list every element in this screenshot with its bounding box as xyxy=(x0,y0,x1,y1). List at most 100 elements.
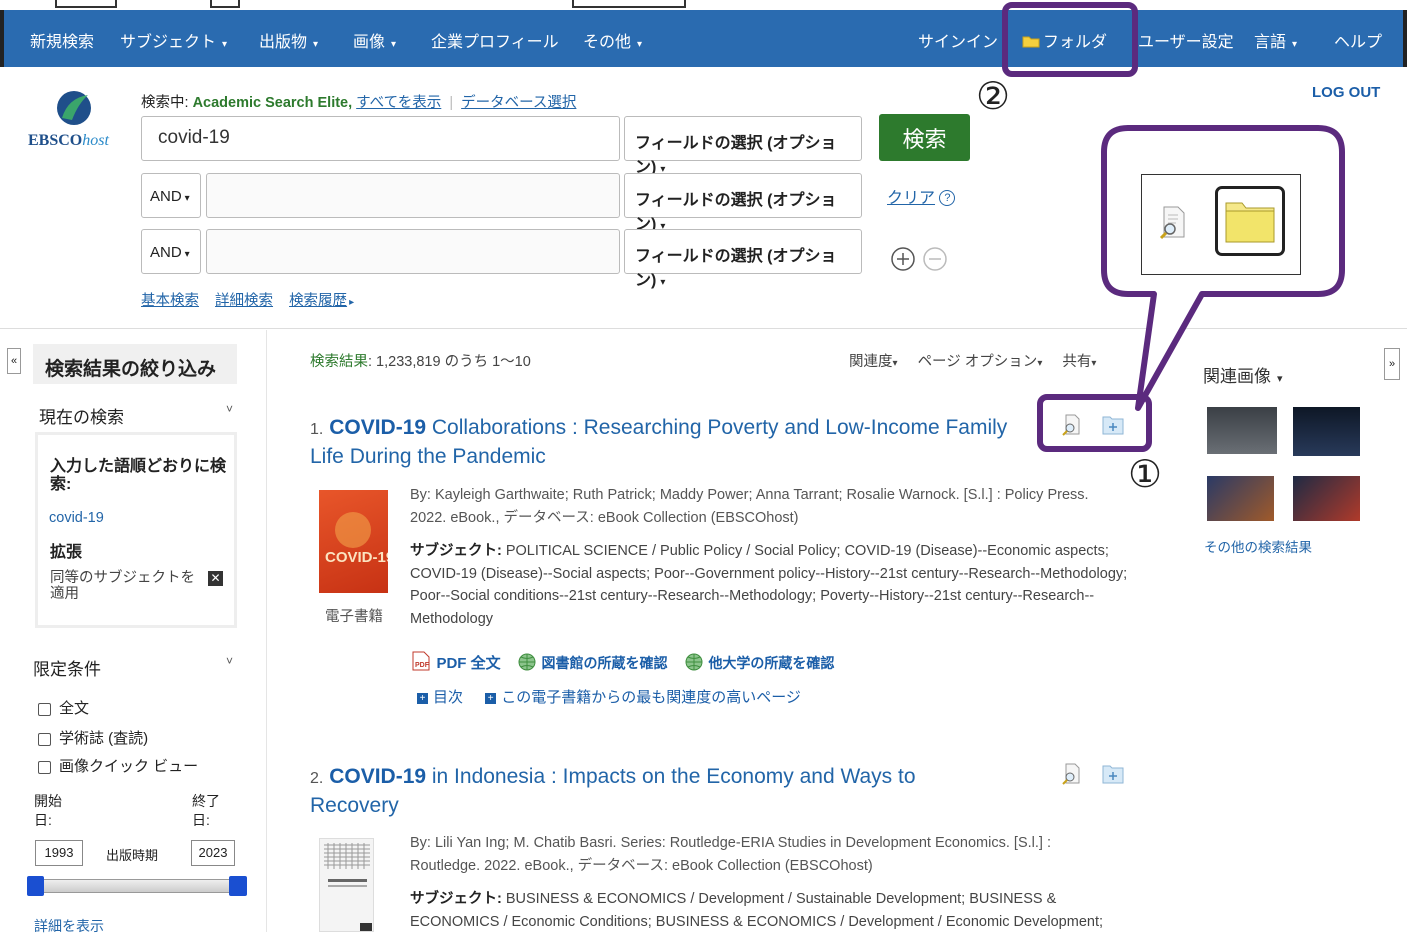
field-select-1[interactable]: フィールドの選択 (オプション) ▾ xyxy=(624,116,862,176)
remove-row-icon[interactable] xyxy=(922,246,948,277)
chevron-down-icon: ▾ xyxy=(222,39,228,50)
search-term-link[interactable]: covid-19 xyxy=(49,510,104,526)
pub-date-label: 出版時期 xyxy=(106,848,159,863)
show-all-link[interactable]: すべてを表示 xyxy=(356,95,441,111)
search-input-1[interactable]: covid-19 xyxy=(141,116,620,161)
nav-more[interactable]: その他 ▾ xyxy=(583,28,642,52)
current-search-heading[interactable]: 現在の検索 xyxy=(39,403,124,428)
limit-scholarly[interactable]: 学術誌 (査読) xyxy=(38,727,148,748)
basic-search-link[interactable]: 基本検索 xyxy=(141,293,199,309)
pdf-full-text-link[interactable]: PDF PDF 全文 xyxy=(410,651,505,672)
nav-subjects[interactable]: サブジェクト ▾ xyxy=(120,28,227,52)
more-related-images-link[interactable]: その他の検索結果 xyxy=(1204,536,1312,556)
divider: | xyxy=(449,95,454,111)
globe-icon xyxy=(518,653,536,671)
field-select-3[interactable]: フィールドの選択 (オプション) ▾ xyxy=(624,229,862,289)
choose-database-link[interactable]: データベース選択 xyxy=(461,95,576,111)
field-select-label: フィールドの選択 (オプション) xyxy=(635,135,837,176)
collapse-left-button[interactable]: « xyxy=(7,348,21,374)
toc-link[interactable]: + 目次 xyxy=(417,689,463,706)
caret-right-icon: ▸ xyxy=(349,297,355,308)
nav-languages[interactable]: 言語 ▾ xyxy=(1254,28,1297,52)
limit-to-heading[interactable]: 限定条件 xyxy=(33,655,101,680)
library-holdings-label: 図書館の所蔵を確認 xyxy=(541,655,668,671)
expanders-label: 拡張 xyxy=(50,544,83,561)
result-subjects-2: サブジェクト: BUSINESS & ECONOMICS / Developme… xyxy=(410,888,1135,933)
collapse-right-button[interactable]: » xyxy=(1384,348,1400,380)
book-cover-thumbnail[interactable] xyxy=(319,838,374,932)
chevron-down-icon[interactable]: ˅ xyxy=(226,654,233,668)
other-university-label: 他大学の所蔵を確認 xyxy=(708,655,835,671)
subject-text: POLITICAL SCIENCE / Public Policy / Soci… xyxy=(410,543,1128,627)
chevron-down-icon: ▾ xyxy=(184,193,190,204)
scholarly-checkbox[interactable] xyxy=(38,732,51,746)
other-university-holdings-link[interactable]: 他大学の所蔵を確認 xyxy=(684,653,835,672)
search-history-link[interactable]: 検索履歴 xyxy=(289,293,347,309)
ebsco-logo-icon xyxy=(56,90,92,131)
end-date-label: 終了日: xyxy=(192,793,220,828)
clear-link[interactable]: クリア xyxy=(887,190,935,207)
relevance-label: 関連度 xyxy=(849,354,893,370)
subject-text: BUSINESS & ECONOMICS / Development / Sus… xyxy=(410,891,1104,930)
result-count-text: : 1,233,819 のうち 1～10 xyxy=(368,354,531,370)
show-more-link[interactable]: 詳細を表示 xyxy=(34,916,104,936)
result-title-1[interactable]: 1. COVID-19 Collaborations : Researching… xyxy=(310,414,1010,470)
nav-sign-in[interactable]: サインイン xyxy=(918,28,998,52)
preview-icon[interactable] xyxy=(1061,414,1085,436)
chevron-down-icon: ▾ xyxy=(660,277,666,288)
nav-publications[interactable]: 出版物 ▾ xyxy=(259,28,318,52)
related-image-thumb[interactable] xyxy=(1293,407,1360,456)
image-quick-view-checkbox[interactable] xyxy=(38,760,51,774)
search-button[interactable]: 検索 xyxy=(879,114,970,161)
advanced-search-link[interactable]: 詳細検索 xyxy=(215,293,273,309)
searching-prefix: 検索中: xyxy=(141,95,189,111)
scholarly-label: 学術誌 (査読) xyxy=(59,730,149,747)
start-year-input[interactable]: 1993 xyxy=(35,840,83,866)
search-input-3[interactable] xyxy=(206,229,620,274)
share-menu[interactable]: 共有▾ xyxy=(1062,354,1096,370)
logout-link[interactable]: LOG OUT xyxy=(1312,84,1380,101)
add-row-icon[interactable] xyxy=(890,246,916,277)
remove-expander-icon[interactable]: ✕ xyxy=(208,571,223,586)
nav-company-profiles[interactable]: 企業プロフィール xyxy=(431,28,559,52)
nav-help[interactable]: ヘルプ xyxy=(1334,28,1382,52)
nav-new-search[interactable]: 新規検索 xyxy=(30,28,94,52)
result-title-2[interactable]: 2. COVID-19 in Indonesia : Impacts on th… xyxy=(310,763,1010,819)
date-slider-start-handle[interactable] xyxy=(27,876,44,896)
date-slider-end-handle[interactable] xyxy=(229,876,247,896)
logo-suffix: host xyxy=(82,132,109,149)
relevance-sort[interactable]: 関連度▾ xyxy=(849,354,898,370)
relevant-pages-link[interactable]: + この電子書籍からの最も関連度の高いページ xyxy=(485,689,801,706)
related-image-thumb[interactable] xyxy=(1293,476,1360,521)
add-to-folder-icon[interactable] xyxy=(1101,414,1125,436)
add-to-folder-icon[interactable] xyxy=(1101,763,1125,785)
search-input-2[interactable] xyxy=(206,173,620,218)
nav-preferences[interactable]: ユーザー設定 xyxy=(1138,28,1234,52)
related-image-thumb[interactable] xyxy=(1207,407,1277,454)
end-year-input[interactable]: 2023 xyxy=(191,840,235,866)
library-holdings-link[interactable]: 図書館の所蔵を確認 xyxy=(517,653,672,672)
result-source: 2022. eBook., データベース: eBook Collection (… xyxy=(410,510,799,526)
preview-icon[interactable] xyxy=(1061,763,1085,785)
document-type-label: 電子書籍 xyxy=(325,609,383,625)
image-quick-view-label: 画像クイック ビュー xyxy=(59,758,199,775)
chevron-down-icon[interactable]: ˅ xyxy=(226,402,233,416)
bool-select-3[interactable]: AND ▾ xyxy=(141,229,201,274)
result-meta-2: By: Lili Yan Ing; M. Chatib Basri. Serie… xyxy=(410,832,1130,878)
help-icon[interactable]: ? xyxy=(939,190,956,206)
result-number: 2. xyxy=(310,770,324,787)
limit-full-text[interactable]: 全文 xyxy=(38,697,89,718)
limit-image-quick-view[interactable]: 画像クイック ビュー xyxy=(38,755,198,776)
subject-label: サブジェクト: xyxy=(410,891,502,907)
folder-icon xyxy=(1225,202,1275,243)
related-image-thumb[interactable] xyxy=(1207,476,1274,521)
related-images-heading[interactable]: 関連画像 ▾ xyxy=(1203,362,1283,387)
book-cover-thumbnail[interactable]: COVID-19 xyxy=(319,490,394,593)
date-slider-track[interactable] xyxy=(35,879,245,893)
nav-images[interactable]: 画像 ▾ xyxy=(353,28,396,52)
page-options[interactable]: ページ オプション▾ xyxy=(918,354,1043,370)
full-text-checkbox[interactable] xyxy=(38,702,51,716)
bool-select-2[interactable]: AND ▾ xyxy=(141,173,201,218)
field-select-2[interactable]: フィールドの選択 (オプション) ▾ xyxy=(624,173,862,233)
chevron-down-icon: ▾ xyxy=(1292,39,1298,50)
